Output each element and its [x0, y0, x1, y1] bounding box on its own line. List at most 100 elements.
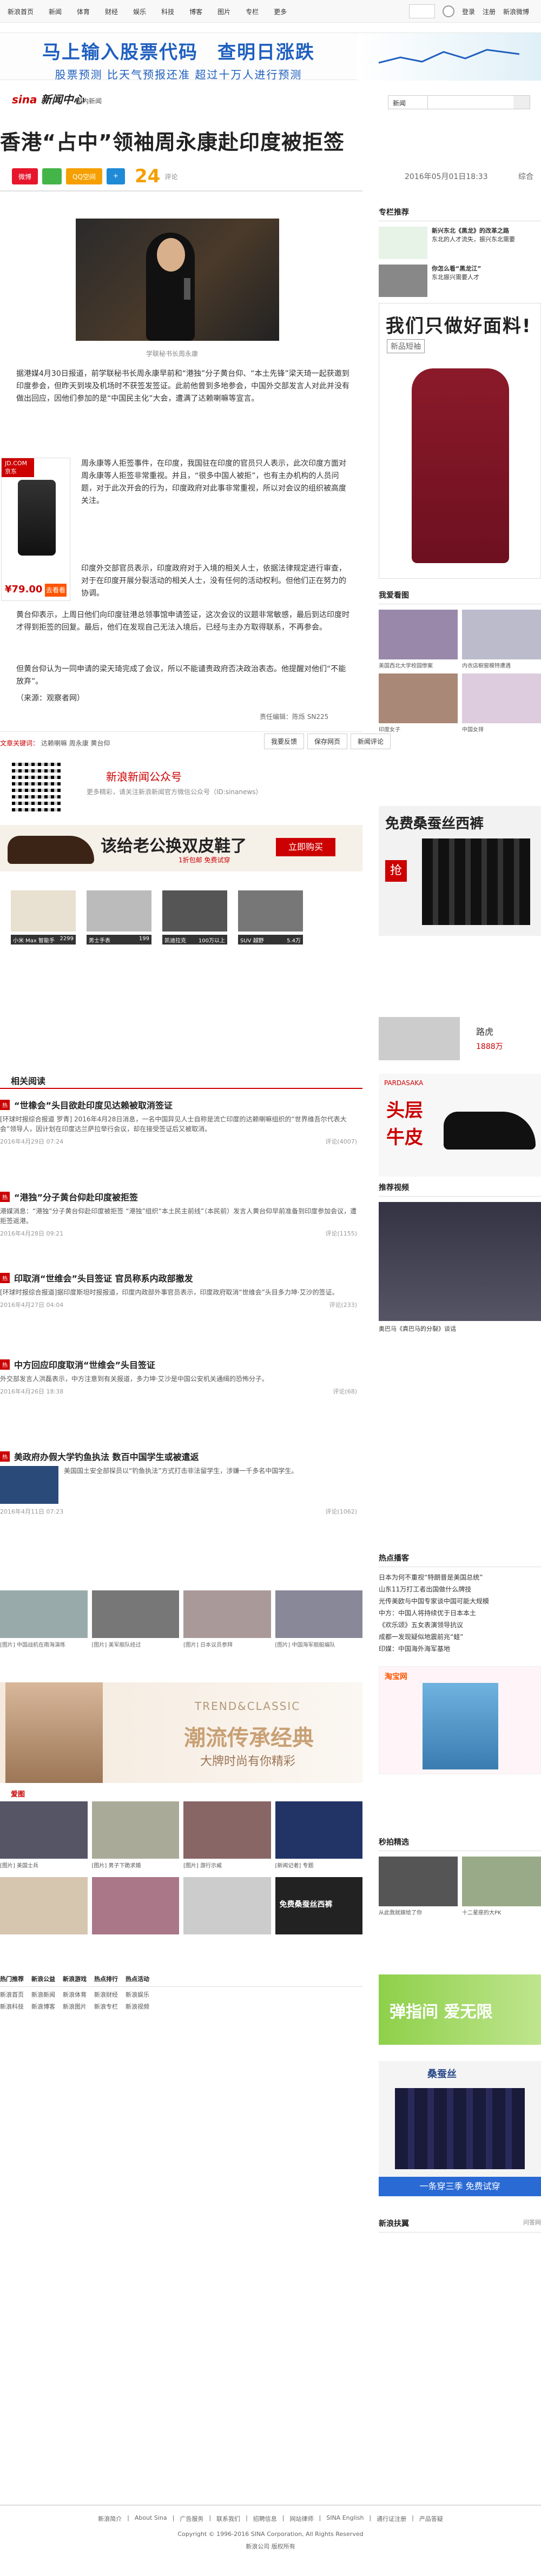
sidebar-item[interactable]: 新兴东北《黑龙》的改革之路 东北的人才流失，振兴东北需要 [379, 227, 541, 259]
foot-link[interactable]: 新浪博客 [31, 2002, 55, 2011]
foot-link[interactable]: 新浪财经 [94, 1990, 118, 1999]
footer-link[interactable]: 新浪简介 [98, 2514, 122, 2523]
photo-item[interactable] [0, 1801, 88, 1859]
foot-link[interactable]: 新浪首页 [0, 1990, 24, 1999]
foot-link[interactable]: 新浪体育 [63, 1990, 87, 1999]
related-item[interactable]: 热 “港独”分子黄台仰赴印度被拒签 港媒消息：“港独”分子黄台仰赴印度被拒签 “港… [0, 1190, 357, 1238]
footer-link[interactable]: 联系我们 [216, 2514, 240, 2523]
photo-item[interactable]: [图片] 中国海军舰艇编队 [275, 1590, 362, 1650]
foot-link[interactable]: 新浪视频 [126, 2002, 149, 2011]
photo-item[interactable]: 美国西北大学校园惨案 [379, 610, 458, 669]
footer-link[interactable]: About Sina [135, 2514, 167, 2523]
trouser-sidebar-ad[interactable]: 免费桑蚕丝西裤 抢 [379, 806, 541, 936]
related-comments[interactable]: 评论(233) [329, 1300, 357, 1309]
product-card[interactable]: SUV 越野 5.4万 [238, 890, 303, 944]
share-weixin-icon[interactable] [42, 168, 62, 184]
taobao-ad[interactable]: 淘宝网 [379, 1666, 541, 1774]
foot-link[interactable]: 新浪科技 [0, 2002, 24, 2011]
sina-logo[interactable]: sina 新闻中心 [12, 91, 84, 107]
photo-item[interactable]: [图片] 中国战机在南海演练 [0, 1590, 88, 1650]
product-card[interactable]: 男士手表 199 [87, 890, 151, 944]
comment-count[interactable]: 24 [135, 166, 160, 187]
photo-item[interactable]: 印度女子 [379, 673, 458, 733]
foot-link[interactable]: 新浪娱乐 [126, 1990, 149, 1999]
search-icon[interactable] [442, 5, 454, 17]
top-search-input[interactable] [408, 4, 435, 18]
product-buy-button[interactable]: 去看看 [45, 584, 67, 597]
related-title[interactable]: “世橡会”头目欲赴印度见达赖被取消签证 [14, 1098, 173, 1111]
hot-item[interactable]: 中方：中国人将持续优于日本本土 [379, 1607, 541, 1619]
fashion-ad[interactable]: TREND&CLASSIC 潮流传承经典 大牌时尚有你精彩 [0, 1682, 362, 1783]
foot-link[interactable]: 新浪新闻 [31, 1990, 55, 1999]
related-comments[interactable]: 评论(4007) [325, 1137, 357, 1146]
video-item[interactable]: 十二星座的大PK [462, 1857, 541, 1916]
photo-item[interactable] [183, 1801, 271, 1859]
polo-shirt-ad[interactable]: 我们只做好面料! 新品短袖 [379, 303, 541, 579]
related-item[interactable]: 热印取消“世维会”头目签证 官员称系内政部撤发 [环球时报综合报道]据印度斯坦时… [0, 1271, 357, 1309]
photo-item[interactable]: [图片] 日本议员参拜 [183, 1590, 271, 1650]
share-qzone-button[interactable]: QQ空间 [66, 168, 102, 184]
search-category-select[interactable]: 新闻 [388, 95, 428, 109]
nav-item-pics[interactable]: 图片 [210, 7, 238, 16]
footer-link[interactable]: 产品答疑 [419, 2514, 443, 2523]
hot-item[interactable]: 成都一发现疑似地震前兆“蛙” [379, 1631, 541, 1643]
car-ad[interactable]: 路虎 1888万 [379, 1017, 541, 1066]
foot-tab[interactable]: 热点活动 [126, 1974, 149, 1983]
footer-link[interactable]: 网站律师 [290, 2514, 314, 2523]
foot-tab[interactable]: 新浪公益 [31, 1974, 55, 1983]
related-title[interactable]: 中方回应印度取消“世维会”头目签证 [14, 1358, 155, 1371]
related-item[interactable]: 热美政府办假大学钓鱼执法 数百中国学生或被遣返 美国国土安全部探员以“钓鱼执法”… [0, 1450, 357, 1516]
hot-item[interactable]: 印媒：中国海外海军基地 [379, 1643, 541, 1655]
product-card[interactable]: 小米 Max 智能手机 2299 [11, 890, 76, 952]
foot-tab[interactable]: 热点排行 [94, 1974, 118, 1983]
related-title[interactable]: “港独”分子黄台仰赴印度被拒签 [14, 1190, 138, 1203]
related-title[interactable]: 美政府办假大学钓鱼执法 数百中国学生或被遣返 [14, 1450, 199, 1463]
footer-link[interactable]: SINA English [326, 2514, 364, 2523]
popup-ad[interactable]: 弹指间 爱无限 [379, 1974, 541, 2045]
nav-item-finance[interactable]: 财经 [97, 7, 126, 16]
nav-item-tech[interactable]: 科技 [154, 7, 182, 16]
nav-item-more[interactable]: 更多 [266, 7, 294, 16]
related-comments[interactable]: 评论(1062) [325, 1507, 357, 1516]
footer-link[interactable]: 招聘信息 [253, 2514, 277, 2523]
keyword-link[interactable]: 达赖喇嘛 [41, 739, 67, 747]
footer-link[interactable]: 通行证注册 [377, 2514, 406, 2523]
foot-link[interactable]: 新浪图片 [63, 2002, 87, 2011]
share-more-button[interactable]: + [106, 168, 125, 184]
stock-banner-ad[interactable]: 马上输入股票代码 查明日涨跌 股票预测 比天气预报还准 超过十万人进行预测 [0, 32, 541, 81]
nav-item-blog[interactable]: 博客 [182, 7, 210, 16]
hot-item[interactable]: 光传美欧与中国专家谈中国可能大规模 [379, 1595, 541, 1607]
hot-item[interactable]: 日本为何不重视“特朗普是美国总统” [379, 1571, 541, 1583]
breadcrumb[interactable]: 国内新闻 [76, 96, 102, 105]
photo-item[interactable] [183, 1877, 271, 1934]
trouser-ad[interactable]: 免费桑蚕丝西裤 [275, 1877, 362, 1934]
comment-button[interactable]: 新闻评论 [351, 734, 391, 749]
shoe-sidebar-ad[interactable]: PARDASAKA 头层 牛皮 [379, 1074, 541, 1177]
related-item[interactable]: 热中方回应印度取消“世维会”头目签证 外交部发言人洪磊表示，中方注意到有关报道，… [0, 1358, 357, 1396]
photo-item[interactable]: 中国女排 [462, 673, 541, 733]
photo-item[interactable] [275, 1801, 362, 1859]
shoes-ad[interactable]: 该给老公换双皮鞋了 1折包邮 免费试穿 立即购买 [0, 825, 362, 871]
hot-item[interactable]: 《欢乐颂》五女表演领导抗议 [379, 1619, 541, 1631]
foot-tab[interactable]: 热门推荐 [0, 1974, 24, 1983]
nav-item-ent[interactable]: 娱乐 [126, 7, 154, 16]
register-link[interactable]: 注册 [483, 7, 496, 16]
nav-item-news[interactable]: 新闻 [41, 7, 69, 16]
feedback-button[interactable]: 我要反馈 [264, 734, 305, 749]
search-button[interactable] [513, 96, 530, 109]
nav-item-column[interactable]: 专栏 [238, 7, 266, 16]
login-link[interactable]: 登录 [462, 7, 475, 16]
photo-item[interactable] [91, 1877, 179, 1934]
photo-item[interactable] [0, 1877, 88, 1934]
share-weibo-button[interactable]: 微博 [12, 168, 38, 184]
related-item[interactable]: 热 “世橡会”头目欲赴印度见达赖被取消签证 [环球时报综合报道 罗青] 2016年… [0, 1098, 357, 1146]
search-input[interactable] [427, 95, 530, 109]
silk-ad[interactable]: 桑蚕丝 一条穿三季 免费试穿 [379, 2061, 541, 2196]
nav-item-sports[interactable]: 体育 [69, 7, 97, 16]
photo-item[interactable]: 内衣店橱窗模特遭遇 [462, 610, 541, 669]
foot-tab[interactable]: 新浪游戏 [63, 1974, 87, 1983]
keyword-link[interactable]: 周永康 [69, 739, 89, 747]
footer-link[interactable]: 广告服务 [180, 2514, 203, 2523]
jd-product-ad[interactable]: JD.COM 京东 ¥79.00 去看看 [1, 458, 70, 601]
related-comments[interactable]: 评论(1155) [325, 1229, 357, 1238]
